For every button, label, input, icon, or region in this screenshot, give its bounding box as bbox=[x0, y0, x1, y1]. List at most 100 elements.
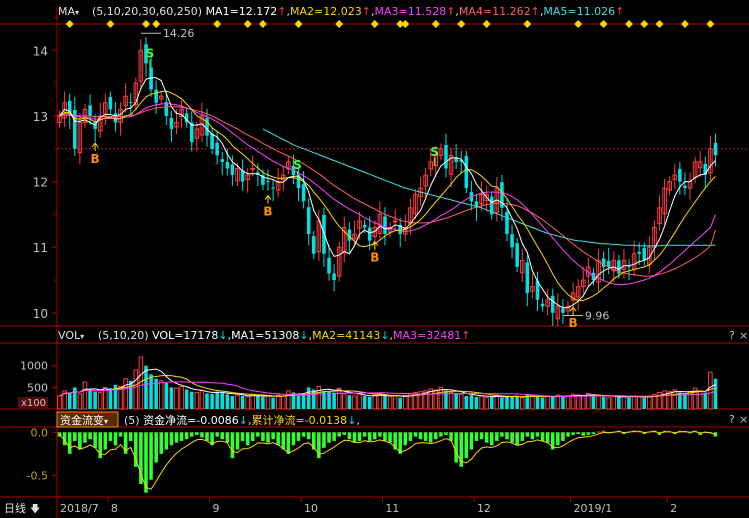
up-arrow-icon: ↑ bbox=[615, 5, 624, 18]
flow-bar bbox=[423, 432, 428, 441]
volume-bar bbox=[713, 378, 718, 409]
flow-bar bbox=[515, 432, 519, 446]
candle-body bbox=[113, 113, 118, 123]
candle-body bbox=[510, 234, 514, 248]
cumulative-flow-readout: 累计净流=-0.0138 bbox=[252, 413, 348, 427]
stock-chart[interactable]: 14 13 12 11 10 1000 500 0.0 -0.5 B B B B S S S 2018/… bbox=[0, 0, 749, 518]
volume-bar bbox=[525, 395, 530, 409]
volume-bar bbox=[230, 396, 235, 409]
candle-body bbox=[332, 273, 336, 281]
volume-indicator-name[interactable]: VOL bbox=[58, 329, 81, 342]
flow-bar bbox=[418, 432, 423, 440]
candle-body bbox=[678, 169, 682, 182]
volume-bar bbox=[205, 393, 209, 409]
flow-bar bbox=[286, 432, 291, 454]
candle-body bbox=[301, 184, 306, 202]
ma1-readout: MA1=12.172 bbox=[206, 5, 278, 18]
flow-bar bbox=[444, 432, 448, 435]
up-arrow-icon: ↑ bbox=[531, 5, 540, 18]
flow-indicator-name[interactable]: 资金流变 bbox=[60, 413, 104, 427]
volume-bar bbox=[601, 396, 606, 409]
flow-bar bbox=[73, 432, 77, 441]
candle-body bbox=[540, 303, 545, 307]
price-tick-label: 14 bbox=[33, 44, 48, 58]
flow-bar bbox=[535, 432, 540, 437]
up-arrow-icon: ↑ bbox=[461, 329, 470, 342]
candle-body bbox=[637, 251, 641, 254]
flow-bar bbox=[215, 432, 219, 437]
flow-bar bbox=[540, 432, 545, 441]
flow-bar bbox=[591, 432, 596, 435]
volume-bar bbox=[383, 396, 387, 409]
volume-bar bbox=[108, 388, 113, 409]
flow-bar bbox=[545, 432, 550, 443]
flow-bar bbox=[581, 432, 586, 436]
vol-ma3-readout: MA3=32481 bbox=[393, 329, 461, 342]
main-indicator-name[interactable]: MA bbox=[58, 5, 75, 18]
flow-bar bbox=[169, 432, 174, 446]
time-tick-label: 10 bbox=[304, 502, 318, 515]
candle-body bbox=[327, 257, 331, 274]
volume-bar bbox=[505, 396, 509, 409]
candle-body bbox=[108, 96, 113, 110]
flow-bar bbox=[88, 432, 92, 440]
flow-bar bbox=[378, 432, 382, 437]
help-button[interactable]: ? bbox=[729, 329, 735, 342]
dropdown-arrow-icon[interactable]: ▾ bbox=[80, 332, 84, 341]
period-dropdown-icon[interactable]: 🡇 bbox=[30, 503, 40, 515]
help-button[interactable]: ? bbox=[729, 413, 735, 426]
flow-bar bbox=[505, 432, 509, 440]
candle-body bbox=[164, 102, 169, 116]
flow-bar bbox=[474, 432, 479, 441]
candle-body bbox=[515, 243, 519, 267]
flow-bar bbox=[561, 432, 565, 441]
volume-bar bbox=[215, 391, 219, 409]
flow-params: (5) bbox=[124, 414, 140, 427]
buy-signal-label: B bbox=[370, 251, 379, 265]
volume-bar bbox=[683, 393, 687, 409]
flow-bar bbox=[332, 432, 336, 441]
flow-bar bbox=[596, 431, 601, 433]
flow-tick-label: 0.0 bbox=[31, 426, 49, 439]
flow-bar bbox=[408, 432, 413, 441]
flow-bar bbox=[439, 432, 443, 437]
volume-bar bbox=[474, 396, 479, 409]
flow-bar bbox=[93, 432, 97, 448]
volume-bar bbox=[73, 387, 77, 409]
candle-body bbox=[169, 117, 174, 130]
close-button[interactable]: × bbox=[739, 329, 748, 342]
candle-body bbox=[642, 247, 647, 261]
flow-bar bbox=[261, 432, 265, 441]
time-tick-label: 11 bbox=[385, 502, 399, 515]
candle-body bbox=[367, 227, 372, 241]
flow-bar bbox=[571, 432, 575, 435]
close-button[interactable]: × bbox=[739, 413, 748, 426]
flow-bar bbox=[230, 432, 235, 459]
period-selector[interactable]: 日线 bbox=[4, 501, 26, 515]
dropdown-arrow-icon[interactable]: ▾ bbox=[104, 417, 108, 426]
candle-body bbox=[271, 187, 275, 189]
flow-bar bbox=[271, 432, 275, 440]
flow-bar bbox=[250, 432, 255, 441]
flow-bar bbox=[220, 432, 225, 440]
up-arrow-icon: ↑ bbox=[362, 5, 371, 18]
sell-signal-label: S bbox=[293, 158, 302, 172]
flow-bar bbox=[189, 432, 194, 437]
volume-bar bbox=[149, 374, 153, 409]
flow-bar bbox=[530, 432, 535, 440]
volume-bar bbox=[550, 396, 555, 409]
flow-bar bbox=[200, 432, 204, 438]
volume-bar bbox=[67, 392, 72, 409]
time-tick-label: 8 bbox=[111, 502, 118, 515]
volume-bar bbox=[454, 393, 458, 409]
candle-body bbox=[230, 164, 235, 175]
flow-bar bbox=[566, 432, 570, 437]
flow-bar bbox=[225, 432, 230, 443]
main-indicator-params: (5,10,20,30,60,250) bbox=[92, 5, 202, 18]
down-arrow-icon: ↓ bbox=[380, 329, 389, 342]
volume-bar bbox=[184, 389, 189, 409]
dropdown-arrow-icon[interactable]: ▾ bbox=[75, 8, 79, 17]
candle-body bbox=[601, 258, 606, 267]
time-tick-label: 2018/7 bbox=[60, 502, 99, 515]
volume-bar bbox=[261, 396, 265, 409]
